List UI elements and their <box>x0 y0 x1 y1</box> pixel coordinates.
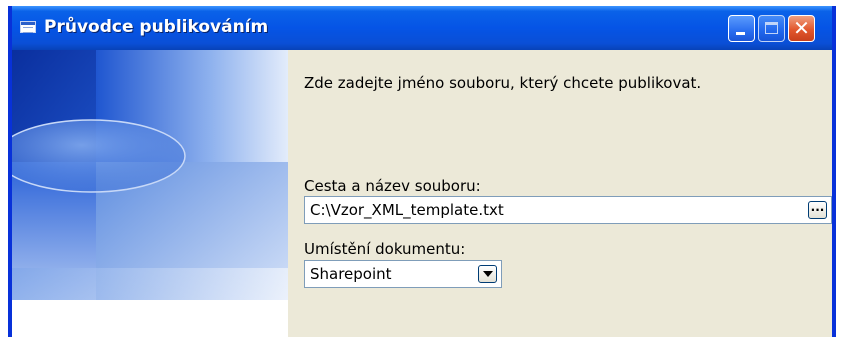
wizard-content: Zde zadejte jméno souboru, který chcete … <box>288 50 832 337</box>
wizard-instruction: Zde zadejte jméno souboru, který chcete … <box>304 74 702 92</box>
minimize-icon <box>736 32 745 35</box>
wizard-banner-image <box>12 50 288 337</box>
close-icon: ✕ <box>793 16 810 40</box>
close-button[interactable]: ✕ <box>788 15 815 42</box>
file-path-label: Cesta a název souboru: <box>304 177 481 195</box>
window-title: Průvodce publikováním <box>44 17 269 37</box>
document-location-select[interactable]: Sharepoint <box>304 260 502 288</box>
maximize-button[interactable] <box>758 15 785 42</box>
file-path-input[interactable]: C:\Vzor_XML_template.txt ... <box>304 196 832 224</box>
document-location-label: Umístění dokumentu: <box>304 240 466 258</box>
minimize-button[interactable] <box>728 15 755 42</box>
chevron-down-icon[interactable] <box>478 265 497 283</box>
publish-wizard-window: Průvodce publikováním ✕ Zde zadejte jmén… <box>8 6 836 337</box>
maximize-icon <box>765 22 778 34</box>
app-window-icon <box>20 21 36 33</box>
title-bar[interactable]: Průvodce publikováním ✕ <box>12 6 832 50</box>
file-path-value: C:\Vzor_XML_template.txt <box>310 201 504 219</box>
document-location-value: Sharepoint <box>310 265 392 283</box>
browse-button[interactable]: ... <box>808 201 827 219</box>
